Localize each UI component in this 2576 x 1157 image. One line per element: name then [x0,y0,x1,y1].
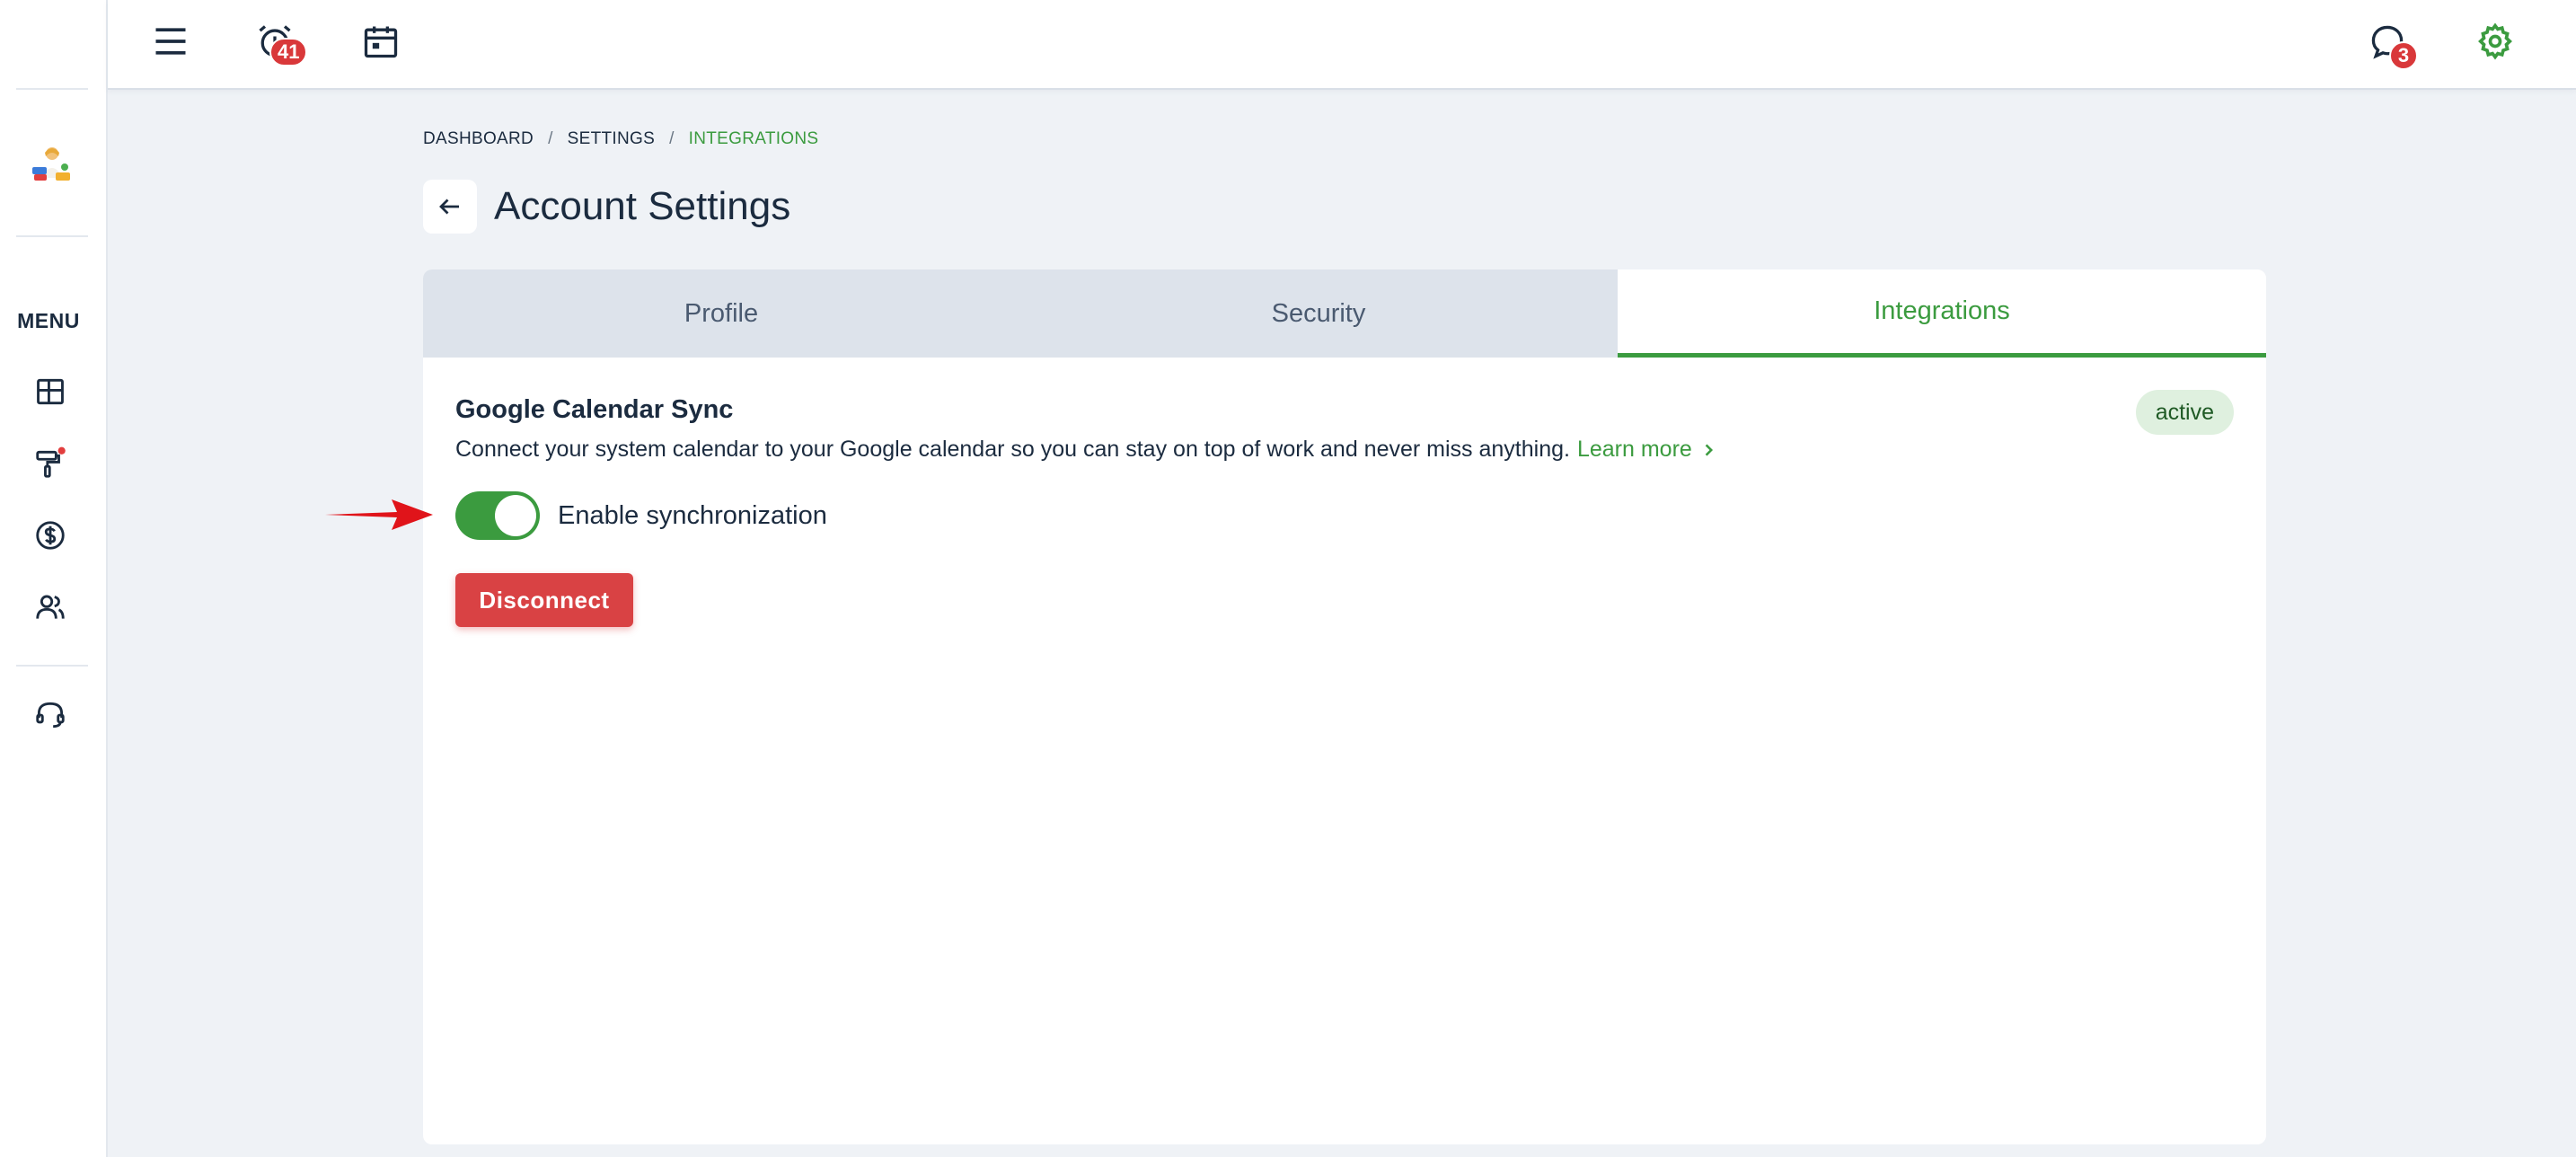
chevron-right-icon [1705,443,1713,456]
sidebar-item-users[interactable] [31,587,70,627]
integration-title: Google Calendar Sync [455,395,734,424]
sidebar-divider [16,665,88,667]
annotation-arrow-icon [325,499,433,530]
tab-security[interactable]: Security [1019,269,1618,358]
sidebar-divider [16,235,88,237]
breadcrumb-settings[interactable]: SETTINGS [568,129,655,149]
sync-toggle[interactable] [455,491,540,540]
learn-more-link[interactable]: Learn more [1577,437,1716,463]
sidebar-item-billing[interactable] [31,516,70,555]
sidebar-item-dashboard[interactable] [31,372,70,411]
sync-toggle-label[interactable]: Enable synchronization [558,501,827,531]
message-count-badge: 3 [2389,41,2418,70]
paint-roller-icon [36,446,66,478]
breadcrumb-separator: / [548,129,553,148]
headset-icon [36,702,65,729]
calendar-button[interactable] [359,20,402,63]
disconnect-button[interactable]: Disconnect [455,573,633,627]
sidebar-item-support[interactable] [31,695,70,735]
users-icon [36,595,65,619]
status-badge: active [2135,390,2234,435]
menu-toggle-button[interactable] [149,20,192,63]
calendar-icon [364,26,398,58]
toggle-knob [495,495,536,536]
arrow-left-icon [439,199,459,215]
top-bar: 41 3 [108,0,2576,90]
sidebar-divider [16,88,88,90]
learn-more-label: Learn more [1576,437,1692,462]
breadcrumb-separator: / [669,129,675,148]
gear-icon [2478,22,2512,60]
integration-description-row: Connect your system calendar to your Goo… [455,437,1716,463]
back-button[interactable] [423,180,477,234]
tab-integrations[interactable]: Integrations [1618,269,2266,358]
sync-toggle-row: Enable synchronization [455,491,827,540]
dashboard-icon [37,378,64,405]
breadcrumb-integrations: INTEGRATIONS [688,129,819,148]
menu-label: MENU [17,309,80,332]
tab-bar: Profile Security Integrations [423,269,2266,358]
breadcrumb-dashboard[interactable]: DASHBOARD [423,129,534,149]
alarm-count-badge: 41 [269,38,308,66]
sidebar: MENU [0,0,108,1157]
tab-profile[interactable]: Profile [423,269,1019,358]
sidebar-item-jobs[interactable] [31,444,70,483]
breadcrumb: DASHBOARD / SETTINGS / INTEGRATIONS [423,129,818,149]
dollar-icon [36,521,65,550]
avatar[interactable] [29,142,75,189]
integration-description: Connect your system calendar to your Goo… [455,437,1570,462]
avatar-icon [32,147,70,181]
hamburger-icon [155,28,186,55]
settings-button[interactable] [2474,20,2517,63]
settings-card: Profile Security Integrations Google Cal… [423,269,2266,1144]
page-title: Account Settings [494,184,791,228]
